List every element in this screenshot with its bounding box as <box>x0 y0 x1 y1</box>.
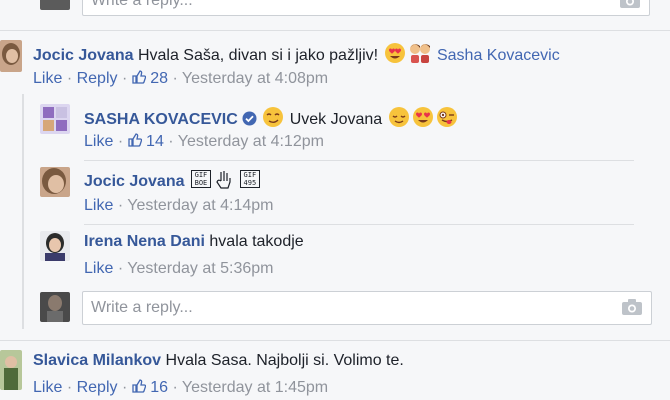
comment-5-body: Slavica Milankov Hvala Sasa. Najbolji si… <box>33 352 404 370</box>
reply-input-placeholder: Write a reply... <box>91 299 193 316</box>
timestamp[interactable]: Yesterday at 5:36pm <box>127 260 273 277</box>
avatar-irena-nena-dani[interactable] <box>40 231 70 261</box>
reply-input-top[interactable]: Write a reply... <box>82 0 650 16</box>
thumbs-up-icon[interactable] <box>127 133 146 150</box>
gif-icon: GIF BOE <box>190 170 211 188</box>
comment-author[interactable]: Jocic Jovana <box>84 173 185 190</box>
comment-1-actions: Like · Reply · 28 · Yesterday at 4:08pm <box>33 70 328 88</box>
comment-author[interactable]: Irena Nena Dani <box>84 233 205 250</box>
timestamp[interactable]: Yesterday at 1:45pm <box>182 379 328 396</box>
reply-3-actions: Like · Yesterday at 5:36pm <box>84 260 273 278</box>
separator: · <box>172 70 178 87</box>
heart-eyes-emoji-icon <box>412 106 434 133</box>
avatar-slavica-milankov[interactable] <box>0 350 22 390</box>
separator: · <box>172 379 178 396</box>
divider <box>0 30 670 31</box>
like-link[interactable]: Like <box>84 133 113 150</box>
comment-author[interactable]: SASHA KOVACEVIC <box>84 111 238 128</box>
comment-text: Hvala Sasa. Najbolji si. Volimo te. <box>165 352 404 369</box>
divider <box>0 340 670 341</box>
divider <box>84 224 634 225</box>
separator: · <box>66 70 73 87</box>
like-link[interactable]: Like <box>33 70 62 87</box>
separator: · <box>121 379 128 396</box>
comment-author[interactable]: Slavica Milankov <box>33 352 161 369</box>
comment-text: Uvek Jovana <box>289 111 383 128</box>
reply-1-body: SASHA KOVACEVIC Uvek Jovana <box>84 106 459 133</box>
reply-input[interactable]: Write a reply... <box>82 291 652 325</box>
tongue-wink-emoji-icon <box>436 106 458 133</box>
separator: · <box>121 70 128 87</box>
reply-link[interactable]: Reply <box>77 379 118 396</box>
comment-author[interactable]: Jocic Jovana <box>33 47 134 64</box>
comment-text: hvala takodje <box>209 233 304 250</box>
avatar-current-user-top <box>40 0 70 10</box>
like-count[interactable]: 16 <box>150 379 168 396</box>
separator: · <box>168 133 174 150</box>
thumbs-up-icon[interactable] <box>132 379 150 396</box>
separator: · <box>117 260 124 277</box>
avatar-sasha-kovacevic[interactable] <box>40 104 70 134</box>
divider <box>84 160 634 161</box>
separator: · <box>66 379 73 396</box>
heart-eyes-emoji-icon <box>384 42 406 69</box>
reply-2-body: Jocic Jovana GIF BOE GIF 495 <box>84 170 260 191</box>
reply-link[interactable]: Reply <box>77 70 118 87</box>
reply-input-placeholder: Write a reply... <box>91 0 193 9</box>
reply-3-body: Irena Nena Dani hvala takodje <box>84 233 304 251</box>
reply-2-actions: Like · Yesterday at 4:14pm <box>84 197 273 215</box>
comment-text: Hvala Saša, divan si i jako pažljiv! <box>137 47 379 64</box>
comment-5-actions: Like · Reply · 16 · Yesterday at 1:45pm <box>33 379 328 397</box>
thumbs-up-icon[interactable] <box>132 70 150 87</box>
like-link[interactable]: Like <box>84 260 113 277</box>
comment-1-body: Jocic Jovana Hvala Saša, divan si i jako… <box>33 42 560 69</box>
gif-icon: GIF 495 <box>239 170 260 188</box>
camera-icon[interactable] <box>619 0 641 14</box>
verified-badge-icon <box>242 111 257 131</box>
reply-1-actions: Like · 14 · Yesterday at 4:12pm <box>84 133 324 151</box>
avatar-jocic-jovana[interactable] <box>40 167 70 197</box>
separator: · <box>117 197 124 214</box>
timestamp[interactable]: Yesterday at 4:14pm <box>127 197 273 214</box>
camera-icon[interactable] <box>621 298 643 321</box>
timestamp[interactable]: Yesterday at 4:12pm <box>178 133 324 150</box>
like-link[interactable]: Like <box>33 379 62 396</box>
like-link[interactable]: Like <box>84 197 113 214</box>
family-emoji-icon <box>408 42 432 69</box>
avatar-jocic-jovana[interactable] <box>0 40 22 72</box>
separator: · <box>117 133 124 150</box>
relieved-emoji-icon <box>388 106 410 133</box>
like-count[interactable]: 14 <box>146 133 164 150</box>
mention-sasha-kovacevic[interactable]: Sasha Kovacevic <box>437 47 560 64</box>
like-count[interactable]: 28 <box>150 70 168 87</box>
hand-gesture-icon <box>215 171 237 190</box>
timestamp[interactable]: Yesterday at 4:08pm <box>182 70 328 87</box>
thread-line <box>22 94 24 329</box>
smirk-emoji-icon <box>262 106 284 133</box>
avatar-current-user <box>40 292 70 322</box>
